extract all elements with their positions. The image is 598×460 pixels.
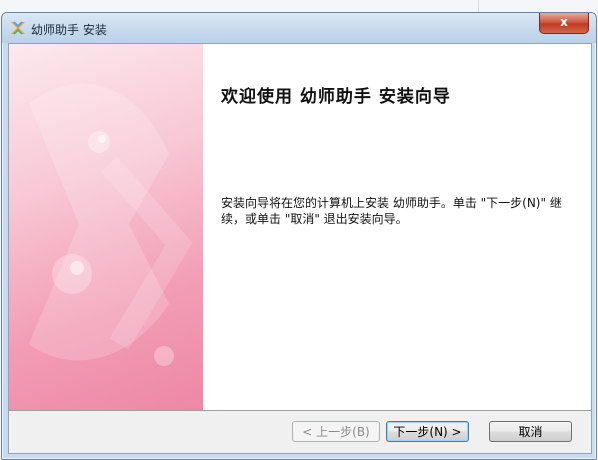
wizard-banner-image (9, 44, 203, 410)
wizard-footer: < 上一步(B) 下一步(N) > 取消 (9, 410, 591, 453)
close-button[interactable]: x (539, 13, 589, 34)
welcome-heading: 欢迎使用 幼师助手 安装向导 (221, 87, 451, 107)
next-button[interactable]: 下一步(N) > (386, 421, 469, 442)
title-bar[interactable]: 幼师助手 安装 x (2, 13, 596, 43)
wizard-client-area: 欢迎使用 幼师助手 安装向导 安装向导将在您的计算机上安装 幼师助手。单击 "下… (8, 43, 592, 454)
back-button[interactable]: < 上一步(B) (292, 421, 380, 442)
cancel-button[interactable]: 取消 (489, 421, 572, 442)
wizard-content: 欢迎使用 幼师助手 安装向导 安装向导将在您的计算机上安装 幼师助手。单击 "下… (203, 44, 591, 410)
installer-window: 幼师助手 安装 x 欢迎使用 幼师助手 安装向导 安装向导将在您的计算机上安装 … (1, 12, 597, 460)
welcome-description: 安装向导将在您的计算机上安装 幼师助手。单击 "下一步(N)" 继续，或单击 "… (221, 196, 562, 226)
app-icon (9, 19, 27, 37)
window-title: 幼师助手 安装 (31, 23, 107, 37)
